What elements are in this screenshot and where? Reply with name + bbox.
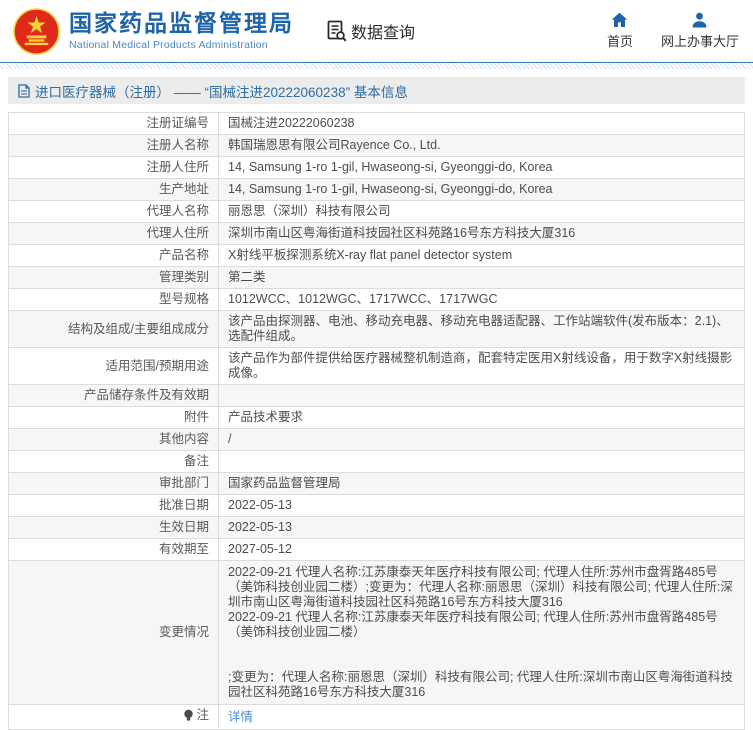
row-value: 2027-05-12 [219, 539, 745, 561]
row-label: 管理类别 [9, 267, 219, 289]
table-row: 注册人名称韩国瑞恩思有限公司Rayence Co., Ltd. [9, 135, 745, 157]
row-value: X射线平板探测系统X-ray flat panel detector syste… [219, 245, 745, 267]
row-label-note: 注 [9, 705, 219, 730]
row-label: 适用范围/预期用途 [9, 348, 219, 385]
row-label: 代理人住所 [9, 223, 219, 245]
table-row: 结构及组成/主要组成成分该产品由探测器、电池、移动充电器、移动充电器适配器、工作… [9, 311, 745, 348]
row-label: 产品名称 [9, 245, 219, 267]
row-label: 有效期至 [9, 539, 219, 561]
breadcrumb: 进口医疗器械（注册） —— “国械注进20222060238” 基本信息 [8, 77, 745, 104]
note-label-text: 注 [196, 708, 209, 723]
home-icon [611, 12, 628, 28]
row-value: 深圳市南山区粤海街道科技园社区科苑路16号东方科技大厦316 [219, 223, 745, 245]
row-label: 注册人住所 [9, 157, 219, 179]
table-row-note: 注 详情 [9, 705, 745, 730]
person-icon [691, 12, 708, 28]
row-label: 生效日期 [9, 517, 219, 539]
table-row: 型号规格1012WCC、1012WGC、1717WCC、1717WGC [9, 289, 745, 311]
row-value: 该产品由探测器、电池、移动充电器、移动充电器适配器、工作站端软件(发布版本：2.… [219, 311, 745, 348]
table-row: 注册证编号国械注进20222060238 [9, 113, 745, 135]
row-label: 备注 [9, 451, 219, 473]
table-row: 其他内容/ [9, 429, 745, 451]
table-row-change-info: 变更情况2022-09-21 代理人名称:江苏康泰天年医疗科技有限公司; 代理人… [9, 561, 745, 705]
row-value: 丽恩思（深圳）科技有限公司 [219, 201, 745, 223]
table-row: 注册人住所14, Samsung 1-ro 1-gil, Hwaseong-si… [9, 157, 745, 179]
nav-item-service-hall-label: 网上办事大厅 [661, 31, 739, 50]
table-row: 附件产品技术要求 [9, 407, 745, 429]
document-search-icon [327, 20, 347, 42]
table-row: 适用范围/预期用途该产品作为部件提供给医疗器械整机制造商，配套特定医用X射线设备… [9, 348, 745, 385]
nav-item-home-label: 首页 [607, 31, 633, 50]
row-label: 批准日期 [9, 495, 219, 517]
header-separator [0, 62, 753, 69]
row-label: 注册人名称 [9, 135, 219, 157]
table-row: 管理类别第二类 [9, 267, 745, 289]
row-value: 韩国瑞恩思有限公司Rayence Co., Ltd. [219, 135, 745, 157]
site-title-en: National Medical Products Administration [69, 39, 294, 51]
table-row: 备注 [9, 451, 745, 473]
row-label: 附件 [9, 407, 219, 429]
menu-data-query-label: 数据查询 [351, 19, 415, 43]
row-value [219, 385, 745, 407]
bulb-icon [183, 709, 194, 722]
row-value: 第二类 [219, 267, 745, 289]
row-value [219, 451, 745, 473]
row-label: 结构及组成/主要组成成分 [9, 311, 219, 348]
row-value: 1012WCC、1012WGC、1717WCC、1717WGC [219, 289, 745, 311]
site-title-cn: 国家药品监督管理局 [69, 11, 294, 36]
nav-item-home[interactable]: 首页 [607, 12, 633, 50]
row-value: 14, Samsung 1-ro 1-gil, Hwaseong-si, Gye… [219, 157, 745, 179]
row-label: 型号规格 [9, 289, 219, 311]
table-row: 审批部门国家药品监督管理局 [9, 473, 745, 495]
row-label: 注册证编号 [9, 113, 219, 135]
table-row: 产品储存条件及有效期 [9, 385, 745, 407]
row-value-change-info: 2022-09-21 代理人名称:江苏康泰天年医疗科技有限公司; 代理人住所:苏… [219, 561, 745, 705]
row-label: 变更情况 [9, 561, 219, 705]
nav-item-service-hall[interactable]: 网上办事大厅 [661, 12, 739, 50]
row-value: 2022-05-13 [219, 495, 745, 517]
row-label: 代理人名称 [9, 201, 219, 223]
row-value: 国械注进20222060238 [219, 113, 745, 135]
table-row: 代理人住所深圳市南山区粤海街道科技园社区科苑路16号东方科技大厦316 [9, 223, 745, 245]
main-content: 进口医疗器械（注册） —— “国械注进20222060238” 基本信息 注册证… [0, 69, 753, 730]
menu-data-query[interactable]: 数据查询 [327, 19, 415, 43]
nmpa-logo[interactable]: 国家药品监督管理局 National Medical Products Admi… [13, 8, 294, 55]
details-link[interactable]: 详情 [228, 710, 253, 724]
row-value: / [219, 429, 745, 451]
row-value: 14, Samsung 1-ro 1-gil, Hwaseong-si, Gye… [219, 179, 745, 201]
row-label: 生产地址 [9, 179, 219, 201]
table-row: 批准日期2022-05-13 [9, 495, 745, 517]
header-nav: 首页 网上办事大厅 [607, 12, 739, 50]
table-row: 生产地址14, Samsung 1-ro 1-gil, Hwaseong-si,… [9, 179, 745, 201]
table-row: 生效日期2022-05-13 [9, 517, 745, 539]
row-label: 产品储存条件及有效期 [9, 385, 219, 407]
row-label: 审批部门 [9, 473, 219, 495]
table-row: 代理人名称丽恩思（深圳）科技有限公司 [9, 201, 745, 223]
national-emblem-icon [13, 8, 60, 55]
row-label: 其他内容 [9, 429, 219, 451]
table-row: 产品名称X射线平板探测系统X-ray flat panel detector s… [9, 245, 745, 267]
site-header: 国家药品监督管理局 National Medical Products Admi… [0, 0, 753, 62]
row-value: 该产品作为部件提供给医疗器械整机制造商，配套特定医用X射线设备，用于数字X射线摄… [219, 348, 745, 385]
row-value-note: 详情 [219, 705, 745, 730]
breadcrumb-text: 进口医疗器械（注册） —— “国械注进20222060238” 基本信息 [35, 81, 408, 101]
row-value: 产品技术要求 [219, 407, 745, 429]
row-value: 2022-05-13 [219, 517, 745, 539]
registration-info-table: 注册证编号国械注进20222060238 注册人名称韩国瑞恩思有限公司Rayen… [8, 112, 745, 730]
table-row: 有效期至2027-05-12 [9, 539, 745, 561]
document-icon [18, 84, 30, 98]
site-title: 国家药品监督管理局 National Medical Products Admi… [69, 11, 294, 50]
row-value: 国家药品监督管理局 [219, 473, 745, 495]
